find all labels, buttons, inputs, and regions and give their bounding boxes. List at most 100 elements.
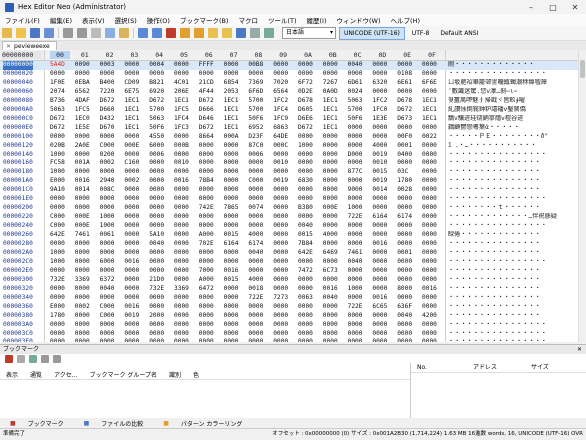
encoding-utf8-button[interactable]: UTF-8 [408,28,434,39]
hex-cell[interactable]: 0015 [298,231,320,240]
hex-cell[interactable]: D000 [348,151,370,160]
hex-cell[interactable]: 0000 [174,312,196,321]
hex-cell[interactable]: 0A0D [323,88,345,97]
row-offset[interactable]: 000003C0 [3,330,33,339]
new-file-icon[interactable] [2,28,12,38]
hex-cell[interactable]: 0000 [348,267,370,276]
hex-cell[interactable]: 50F6 [348,115,370,124]
hex-cell[interactable]: 0016 [422,285,444,294]
hex-cell[interactable]: 0000 [224,70,246,79]
hex-cell[interactable]: 0000 [100,204,122,213]
hex-cell[interactable]: 0004 [149,61,171,70]
hex-cell[interactable]: 0000 [298,186,320,195]
hex-cell[interactable]: 0000 [348,240,370,249]
hex-cell[interactable]: 0000 [224,321,246,330]
hex-cell[interactable]: 0000 [199,222,221,231]
text-column[interactable]: ・・・・・・・・・・・・・・・ [448,168,576,177]
arrow-up-icon[interactable] [41,354,49,363]
hex-cell[interactable]: 1000 [298,142,320,151]
menu-operations[interactable]: 操作(O) [142,15,175,25]
hex-cell[interactable]: 6863 [273,124,295,133]
hex-cell[interactable]: 0000 [100,168,122,177]
hex-cell[interactable]: 0000 [124,151,146,160]
col-access[interactable]: アクセ... [48,370,83,379]
hex-cell[interactable]: 6174 [397,213,419,222]
hex-cell[interactable]: 008C [100,186,122,195]
hex-cell[interactable]: 7865 [224,204,246,213]
hex-cell[interactable]: 0000 [422,124,444,133]
hex-cell[interactable]: 0019 [273,177,295,186]
hex-cell[interactable]: 0000 [422,61,444,70]
hex-cell[interactable]: 0000 [298,70,320,79]
hex-cell[interactable]: 0000 [199,186,221,195]
hex-cell[interactable]: 0000 [397,222,419,231]
hex-cell[interactable]: 0000 [273,222,295,231]
hex-cell[interactable]: 6E75 [124,88,146,97]
hex-cell[interactable]: 0000 [372,70,394,79]
text-column[interactable]: ・・・・・・・・・・・・・・・・ [448,151,576,160]
row-offset[interactable]: 00000360 [3,303,33,312]
hex-cell[interactable]: 0000 [348,195,370,204]
hex-cell[interactable]: 5700 [248,106,270,115]
column-header-cell[interactable]: 0F [422,51,442,59]
hex-cell[interactable]: D660 [100,106,122,115]
hex-cell[interactable]: 000B [174,142,196,151]
text-column[interactable]: ・・・・・・・・・・・・・・・・ [448,222,576,231]
hex-cell[interactable]: 0000 [174,231,196,240]
hex-cell[interactable]: 0000 [422,330,444,339]
hex-cell[interactable]: 0015 [372,168,394,177]
hex-cell[interactable]: 1EC1 [124,106,146,115]
hex-cell[interactable]: 3369 [174,285,196,294]
hex-cell[interactable]: 3369 [75,276,97,285]
hex-cell[interactable]: 0000 [248,330,270,339]
hex-cell[interactable]: 2A0E [75,142,97,151]
hex-cell[interactable]: 0000 [124,222,146,231]
hex-cell[interactable]: 0000 [273,231,295,240]
hex-cell[interactable]: 0024 [348,88,370,97]
column-header-cell[interactable]: 05 [174,51,194,59]
col-browse[interactable]: 通覧 [24,370,48,379]
hex-cell[interactable]: 1EC1 [224,106,246,115]
hex-cell[interactable]: 0000 [422,168,444,177]
hex-cell[interactable]: 732E [149,285,171,294]
hex-cell[interactable]: 0000 [397,276,419,285]
hex-cell[interactable]: 0000 [224,330,246,339]
hex-cell[interactable]: 0000 [174,186,196,195]
hex-cell[interactable]: 0000 [124,249,146,258]
hex-cell[interactable]: 0000 [199,330,221,339]
group-icon[interactable] [29,354,37,363]
hex-cell[interactable]: 4C01 [174,79,196,88]
column-header-cell[interactable]: 06 [199,51,219,59]
hex-cell[interactable]: 0000 [422,258,444,267]
hex-cell[interactable]: 0000 [422,213,444,222]
hex-cell[interactable]: E000 [50,177,72,186]
remove-bookmark-icon[interactable] [17,354,25,363]
hex-cell[interactable]: 0EBA [75,79,97,88]
hex-cell[interactable]: 0000 [75,151,97,160]
hex-cell[interactable]: 0000 [298,303,320,312]
hex-cell[interactable]: 0000 [75,267,97,276]
hex-cell[interactable]: 0040 [100,285,122,294]
hex-cell[interactable]: 0014 [75,186,97,195]
column-header-cell[interactable]: 0A [298,51,318,59]
hex-cell[interactable]: 0000 [298,133,320,142]
hex-cell[interactable]: 0000 [323,321,345,330]
language-select[interactable]: 日本語 ▾ [282,27,336,39]
hex-cell[interactable]: B400 [100,79,122,88]
col-address[interactable]: アドレス [433,363,503,372]
hex-cell[interactable]: 0000 [298,312,320,321]
row-offset[interactable]: 00000140 [3,151,33,160]
hex-cell[interactable]: 0000 [273,168,295,177]
hex-cell[interactable]: 0000 [298,168,320,177]
hex-cell[interactable]: 0000 [50,285,72,294]
vertical-scrollbar[interactable] [578,50,586,342]
hex-cell[interactable]: 0002 [75,303,97,312]
hex-cell[interactable]: 0016 [124,258,146,267]
hex-cell[interactable]: 0000 [323,195,345,204]
hex-cell[interactable]: 0000 [248,321,270,330]
hex-cell[interactable]: 0000 [174,151,196,160]
text-column[interactable]: ȋ ．・…・・・・・・・・・・・ [448,142,576,151]
row-offset[interactable]: 000000C0 [3,115,33,124]
text-column[interactable]: ・・・・・・・・・・・・・・・ [448,186,576,195]
menu-view[interactable]: 表示(V) [77,15,110,25]
